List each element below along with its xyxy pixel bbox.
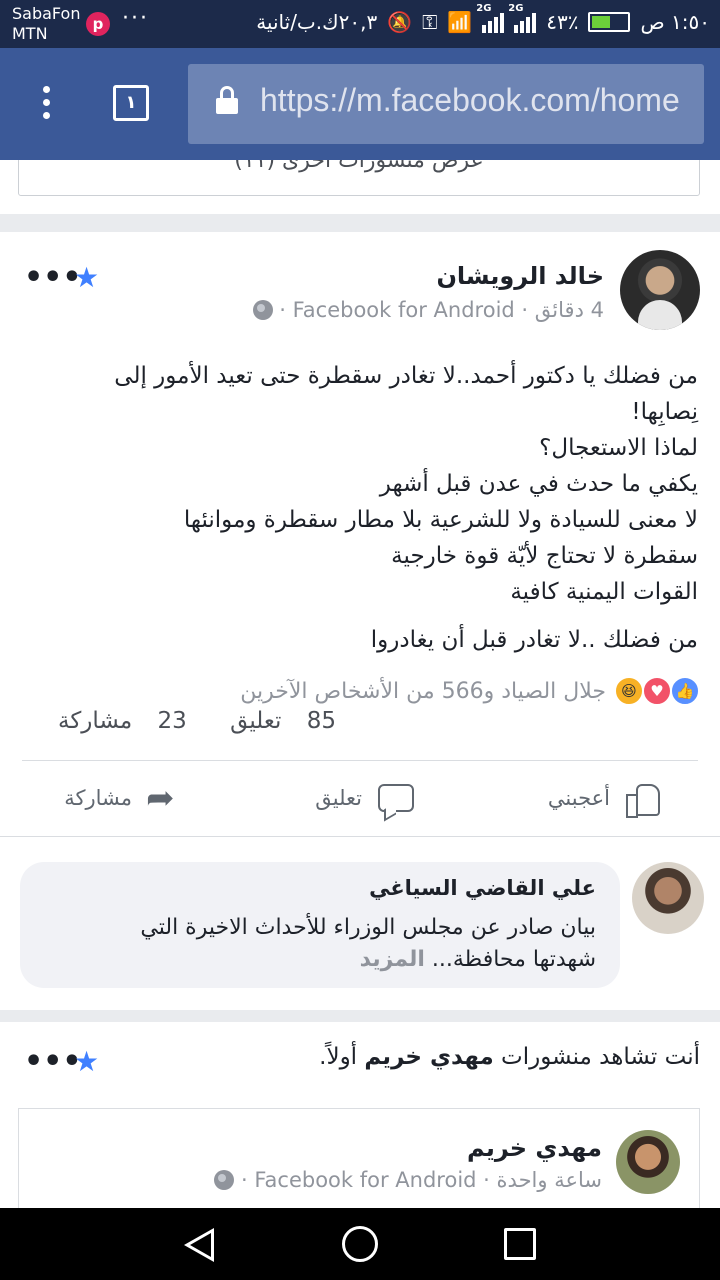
- clock: ١:٥٠ ص: [640, 10, 710, 34]
- post-line: القوات اليمنية كافية: [510, 579, 698, 605]
- author-avatar[interactable]: [620, 250, 700, 330]
- post2-meta: ساعة واحدة · Facebook for Android ·: [208, 1168, 602, 1192]
- star-icon: ★: [74, 261, 100, 294]
- carrier-name-2: MTN: [12, 24, 48, 43]
- tab-switcher-button[interactable]: ١: [113, 85, 149, 121]
- more-notifications-icon: ···: [122, 6, 149, 31]
- home-icon[interactable]: [342, 1226, 378, 1262]
- browser-toolbar: ١ https://m.facebook.com/home: [0, 48, 720, 160]
- back-icon[interactable]: [184, 1228, 214, 1262]
- wifi-icon: 📶: [447, 10, 473, 34]
- reactors-text: جلال الصياد و566 من الأشخاص الآخرين: [240, 678, 606, 704]
- comment-button[interactable]: تعليق: [315, 762, 414, 834]
- reactions-summary[interactable]: 👍 ♥ 😆 جلال الصياد و566 من الأشخاص الآخري…: [240, 676, 700, 706]
- post-card-2: أنت تشاهد منشورات مهدي خريم أولاً. ••• ★…: [0, 1022, 720, 1208]
- like-button[interactable]: أعجبني: [548, 762, 660, 834]
- post-actions: أعجبني تعليق مشاركة: [0, 762, 720, 834]
- share-label: مشاركة: [64, 786, 132, 810]
- network-speed: ٢٠,٣ك.ب/ثانية: [256, 10, 378, 34]
- battery-icon: [588, 12, 631, 32]
- meta-separator: ·: [521, 298, 529, 322]
- app-notification-icon: p: [86, 12, 110, 36]
- post-line: سقطرة لا تحتاج لأيّة قوة خارجية: [391, 543, 698, 569]
- globe-icon: [214, 1170, 235, 1190]
- carrier-info: SabaFon MTN: [12, 4, 80, 44]
- post-author[interactable]: خالد الرويشان: [436, 262, 604, 290]
- comment-text: بيان صادر عن مجلس الوزراء للأحداث الاخير…: [140, 912, 596, 976]
- recent-apps-icon[interactable]: [504, 1228, 536, 1260]
- engagement-counts[interactable]: 85 تعليق 23 مشاركة: [22, 708, 336, 734]
- comment-count[interactable]: 85 تعليق: [212, 708, 336, 734]
- status-bar: SabaFon MTN p ··· ٢٠,٣ك.ب/ثانية 🔕 ⚿ 📶 2G…: [0, 0, 720, 48]
- system-nav-bar: [0, 1208, 720, 1280]
- post-line: يكفي ما حدث في عدن قبل أشهر: [379, 471, 698, 497]
- url-text[interactable]: https://m.facebook.com/home: [260, 82, 680, 119]
- meta-separator: ·: [483, 1168, 490, 1192]
- commenter-avatar[interactable]: [632, 862, 704, 934]
- comment-line: شهدتها محافظة...: [431, 947, 596, 972]
- post-body: من فضلك يا دكتور أحمد..لا تغادر سقطرة حت…: [18, 358, 698, 658]
- mute-icon: 🔕: [387, 10, 413, 34]
- see-more-link[interactable]: المزيد: [360, 947, 425, 972]
- see-more-posts-button[interactable]: عرض منشورات أخرى (١١): [18, 160, 700, 196]
- commenter-name[interactable]: علي القاضي السياغي: [369, 876, 596, 900]
- haha-reaction-icon: 😆: [614, 676, 644, 706]
- divider: [0, 836, 720, 837]
- more-options-icon[interactable]: •••: [24, 1047, 82, 1077]
- post-card: خالد الرويشان 4 دقائق · Facebook for And…: [0, 232, 720, 1010]
- see-first-name[interactable]: مهدي خريم: [364, 1044, 493, 1070]
- post-meta: 4 دقائق · Facebook for Android ·: [247, 298, 604, 322]
- previous-posts-card: عرض منشورات أخرى (١١): [0, 160, 720, 214]
- post2-source: Facebook for Android: [254, 1168, 477, 1192]
- post-time[interactable]: 4 دقائق: [535, 298, 604, 322]
- divider: [22, 760, 698, 761]
- share-arrow-icon: [146, 778, 182, 818]
- author-avatar-2[interactable]: [616, 1130, 680, 1194]
- signal-icon: 2G: [476, 3, 505, 33]
- overflow-menu-icon[interactable]: [36, 86, 56, 122]
- key-icon: ⚿: [422, 10, 438, 34]
- meta-separator-2: ·: [241, 1168, 248, 1192]
- post2-time[interactable]: ساعة واحدة: [497, 1168, 602, 1192]
- lock-icon: [216, 86, 238, 116]
- post-source: Facebook for Android: [292, 298, 515, 322]
- top-comment[interactable]: علي القاضي السياغي بيان صادر عن مجلس الو…: [20, 862, 620, 988]
- see-first-notice: أنت تشاهد منشورات مهدي خريم أولاً.: [319, 1044, 700, 1070]
- url-bar[interactable]: https://m.facebook.com/home: [188, 64, 704, 144]
- love-reaction-icon: ♥: [642, 676, 672, 706]
- signal-icon-2: 2G: [508, 3, 537, 33]
- like-reaction-icon: 👍: [670, 676, 700, 706]
- share-button[interactable]: مشاركة: [64, 762, 182, 834]
- star-icon: ★: [74, 1045, 100, 1078]
- thumbs-up-icon: [624, 780, 660, 818]
- post-line: من فضلك يا دكتور أحمد..لا تغادر سقطرة حت…: [114, 363, 698, 389]
- share-count[interactable]: 23 مشاركة: [40, 708, 187, 734]
- status-indicators: ٢٠,٣ك.ب/ثانية 🔕 ⚿ 📶 2G 2G ٤٣٪ ١:٥٠ ص: [256, 3, 710, 34]
- post-line: نِصابِها!: [631, 399, 698, 425]
- post-line: لماذا الاستعجال؟: [539, 435, 698, 461]
- like-label: أعجبني: [547, 786, 610, 810]
- carrier-name-1: SabaFon: [12, 4, 81, 23]
- comment-line: بيان صادر عن مجلس الوزراء للأحداث الاخير…: [140, 915, 596, 940]
- more-options-icon[interactable]: •••: [24, 263, 82, 293]
- post-line: من فضلك ..لا تغادر قبل أن يغادروا: [370, 627, 698, 653]
- news-feed: عرض منشورات أخرى (١١) خالد الرويشان 4 دق…: [0, 160, 720, 1208]
- comment-label: تعليق: [315, 786, 362, 810]
- meta-separator-2: ·: [279, 298, 286, 322]
- post2-author[interactable]: مهدي خريم: [467, 1134, 602, 1162]
- battery-percent: ٤٣٪: [546, 10, 579, 34]
- post-line: لا معنى للسيادة ولا للشرعية بلا مطار سقط…: [183, 507, 698, 533]
- speech-bubble-icon: [376, 780, 414, 816]
- globe-icon: [252, 300, 273, 320]
